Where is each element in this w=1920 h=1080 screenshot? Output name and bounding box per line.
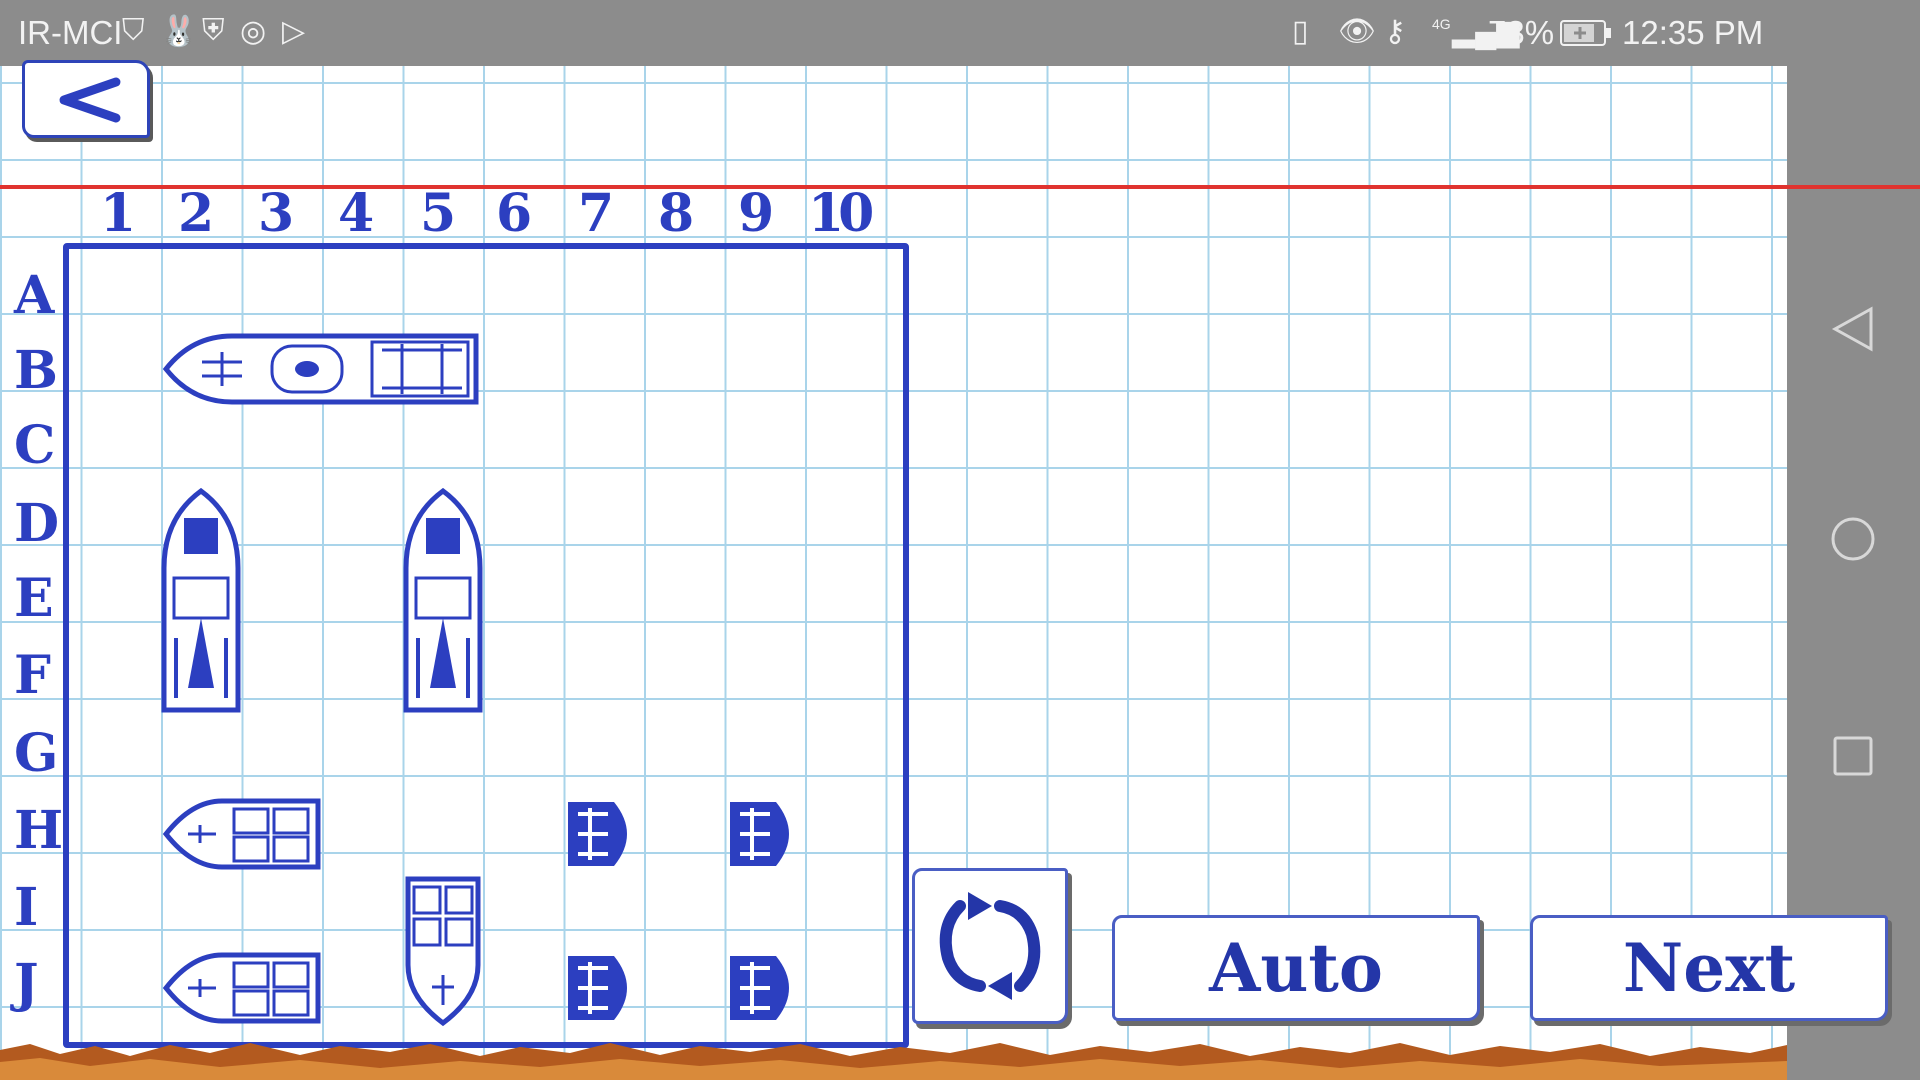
boat-ship[interactable] [728,800,804,868]
column-label: 1 [100,183,137,244]
boat-ship[interactable] [728,954,804,1022]
back-triangle-icon[interactable] [1823,299,1883,359]
home-circle-icon[interactable] [1823,509,1883,569]
mci-app-icon: ◎ [240,15,267,48]
battery-charging-icon [1560,20,1612,54]
row-label: D [14,493,60,554]
rotate-icon [939,892,1041,1000]
destroyer-ship[interactable] [404,875,482,1027]
play-store-icon: ▷ [282,15,306,48]
row-label: E [14,568,54,629]
back-arrow-icon [59,77,121,123]
row-label: G [14,723,59,784]
recents-square-icon[interactable] [1823,726,1883,786]
back-button[interactable] [22,60,150,138]
column-label: 3 [258,183,295,244]
column-label: 6 [496,183,533,244]
vibrate-icon: ▯ [1292,15,1309,48]
column-label: 10 [808,183,874,244]
column-label: 4 [338,183,375,244]
clock: 12:35 PM [1622,14,1764,51]
battery-percent: 73% [1488,14,1555,51]
destroyer-ship[interactable] [162,797,322,871]
usb-icon: ⛉ [122,14,145,47]
row-label: H [14,800,64,861]
battleship-ship[interactable] [402,488,484,716]
rotate-button[interactable] [912,868,1068,1024]
carrier-name: IR-MCI [18,14,123,51]
key-icon: ⚷ [1384,15,1406,48]
row-label: F [14,645,51,706]
row-label: A [14,265,55,326]
torn-paper-edge [0,1043,1787,1080]
carrier-ship[interactable] [162,332,480,406]
column-label: 7 [578,183,615,244]
eye-icon: 👁 [1338,15,1377,48]
column-label: 9 [738,183,775,244]
status-bar: IR-MCI ⛉ 🐰 ⛨ ◎ ▷ ▯ 👁 ⚷ 4G ▂▄▆ 73% 12:35 … [0,0,1920,66]
row-label: C [14,415,56,476]
boat-ship[interactable] [566,954,642,1022]
column-label: 5 [420,183,457,244]
row-label: I [14,877,39,938]
boat-ship[interactable] [566,800,642,868]
row-label: J [14,953,39,1014]
shield-icon: ⛨ [202,14,225,47]
row-label: B [14,340,58,401]
column-label: 2 [178,183,215,244]
auto-button[interactable]: Auto [1112,915,1480,1021]
column-label: 8 [658,183,695,244]
rabbit-app-icon: 🐰 [160,15,198,48]
next-button[interactable]: Next [1530,915,1888,1021]
network-type: 4G [1432,16,1451,32]
destroyer-ship[interactable] [162,951,322,1025]
battleship-ship[interactable] [160,488,242,716]
